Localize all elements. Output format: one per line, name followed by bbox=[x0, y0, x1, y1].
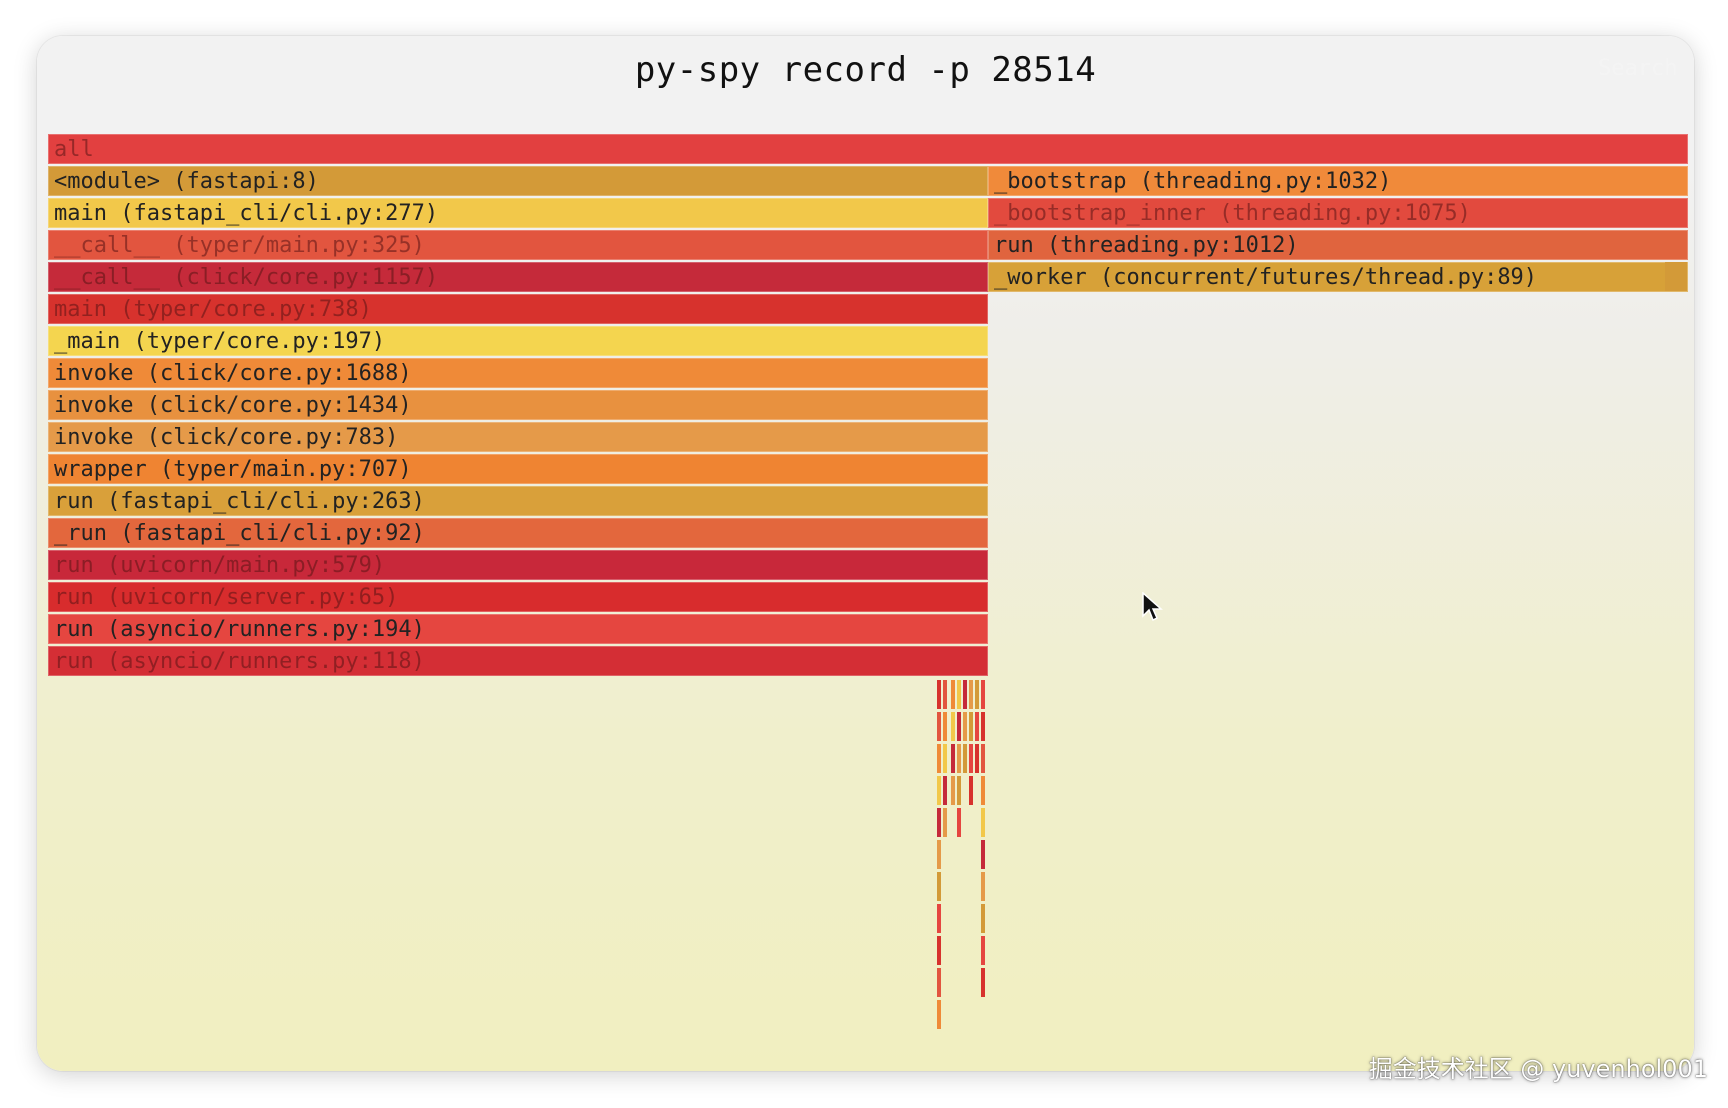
frame-sliver[interactable] bbox=[937, 744, 941, 773]
frame-sliver[interactable] bbox=[981, 712, 985, 741]
frame-sliver[interactable] bbox=[963, 712, 967, 741]
frame-right[interactable]: _bootstrap_inner (threading.py:1075) bbox=[988, 198, 1688, 228]
frame-sliver[interactable] bbox=[951, 744, 955, 773]
frame-sliver[interactable] bbox=[937, 712, 941, 741]
mouse-pointer-icon bbox=[1142, 592, 1163, 622]
frame-sliver[interactable] bbox=[957, 744, 961, 773]
frame-sliver[interactable] bbox=[937, 872, 941, 901]
frame-sliver[interactable] bbox=[981, 936, 985, 965]
frame-left[interactable]: __call__ (click/core.py:1157) bbox=[48, 262, 988, 292]
frame-sliver[interactable] bbox=[975, 712, 979, 741]
frame-left[interactable]: invoke (click/core.py:783) bbox=[48, 422, 988, 452]
frame-sliver[interactable] bbox=[937, 680, 941, 709]
frame-sliver[interactable] bbox=[937, 776, 941, 805]
frame-left[interactable]: main (fastapi_cli/cli.py:277) bbox=[48, 198, 988, 228]
frame-sliver[interactable] bbox=[981, 680, 985, 709]
frame-sliver[interactable] bbox=[943, 680, 947, 709]
frame-left[interactable]: run (uvicorn/server.py:65) bbox=[48, 582, 988, 612]
frame-sliver[interactable] bbox=[943, 776, 947, 805]
frame-sliver[interactable] bbox=[943, 808, 947, 837]
frame-sliver[interactable] bbox=[981, 744, 985, 773]
frame-left[interactable]: <module> (fastapi:8) bbox=[48, 166, 988, 196]
frame-sliver[interactable] bbox=[969, 776, 973, 805]
frame-sliver[interactable] bbox=[951, 776, 955, 805]
frame-sliver[interactable] bbox=[975, 680, 979, 709]
frame-sliver[interactable] bbox=[981, 968, 985, 997]
frame-right[interactable]: _bootstrap (threading.py:1032) bbox=[988, 166, 1688, 196]
frame-sliver[interactable] bbox=[981, 872, 985, 901]
frame-sliver[interactable] bbox=[981, 904, 985, 933]
frame-sliver[interactable] bbox=[937, 1000, 941, 1029]
frame-sliver[interactable] bbox=[951, 680, 955, 709]
frame-sliver[interactable] bbox=[937, 968, 941, 997]
frame-sliver[interactable] bbox=[969, 712, 973, 741]
frame-sliver[interactable] bbox=[957, 808, 961, 837]
frame-sliver[interactable] bbox=[957, 712, 961, 741]
frame-sliver[interactable] bbox=[957, 680, 961, 709]
frame-sliver[interactable] bbox=[981, 776, 985, 805]
frame-sliver[interactable] bbox=[963, 680, 967, 709]
search-button[interactable]: Search bbox=[1598, 56, 1686, 81]
frame-left[interactable]: __call__ (typer/main.py:325) bbox=[48, 230, 988, 260]
frame-right[interactable]: _worker (concurrent/futures/thread.py:89… bbox=[988, 262, 1688, 292]
frame-sliver[interactable] bbox=[975, 744, 979, 773]
frame-sliver[interactable] bbox=[937, 904, 941, 933]
frame-sliver[interactable] bbox=[969, 680, 973, 709]
frame-left[interactable]: wrapper (typer/main.py:707) bbox=[48, 454, 988, 484]
frame-sliver[interactable] bbox=[981, 840, 985, 869]
watermark: 掘金技术社区 @ yuvenhol001 bbox=[1368, 1055, 1708, 1083]
frame-sliver[interactable] bbox=[957, 776, 961, 805]
frame-right[interactable]: run (threading.py:1012) bbox=[988, 230, 1688, 260]
frame-sliver[interactable] bbox=[937, 808, 941, 837]
frame-left[interactable]: _run (fastapi_cli/cli.py:92) bbox=[48, 518, 988, 548]
frame-sliver[interactable] bbox=[981, 808, 985, 837]
frame-left[interactable]: run (asyncio/runners.py:118) bbox=[48, 646, 988, 676]
frame-left[interactable]: invoke (click/core.py:1434) bbox=[48, 390, 988, 420]
flamegraph-window: py-spy record -p 28514 Search all <module… bbox=[37, 36, 1694, 1071]
frame-left[interactable]: invoke (click/core.py:1688) bbox=[48, 358, 988, 388]
frame-left[interactable]: run (fastapi_cli/cli.py:263) bbox=[48, 486, 988, 516]
frame-sliver[interactable] bbox=[963, 744, 967, 773]
page-title: py-spy record -p 28514 bbox=[634, 50, 1097, 90]
frame-left[interactable]: run (asyncio/runners.py:194) bbox=[48, 614, 988, 644]
frame-left[interactable]: main (typer/core.py:738) bbox=[48, 294, 988, 324]
frame-sliver[interactable] bbox=[943, 712, 947, 741]
frame-sliver[interactable] bbox=[969, 744, 973, 773]
frame-left[interactable]: _main (typer/core.py:197) bbox=[48, 326, 988, 356]
frame-sliver[interactable] bbox=[1665, 262, 1687, 291]
frame-sliver[interactable] bbox=[937, 936, 941, 965]
frame-all[interactable]: all bbox=[48, 134, 1688, 164]
frame-sliver[interactable] bbox=[951, 712, 955, 741]
frame-sliver[interactable] bbox=[943, 744, 947, 773]
frame-sliver[interactable] bbox=[937, 840, 941, 869]
frame-left[interactable]: run (uvicorn/main.py:579) bbox=[48, 550, 988, 580]
